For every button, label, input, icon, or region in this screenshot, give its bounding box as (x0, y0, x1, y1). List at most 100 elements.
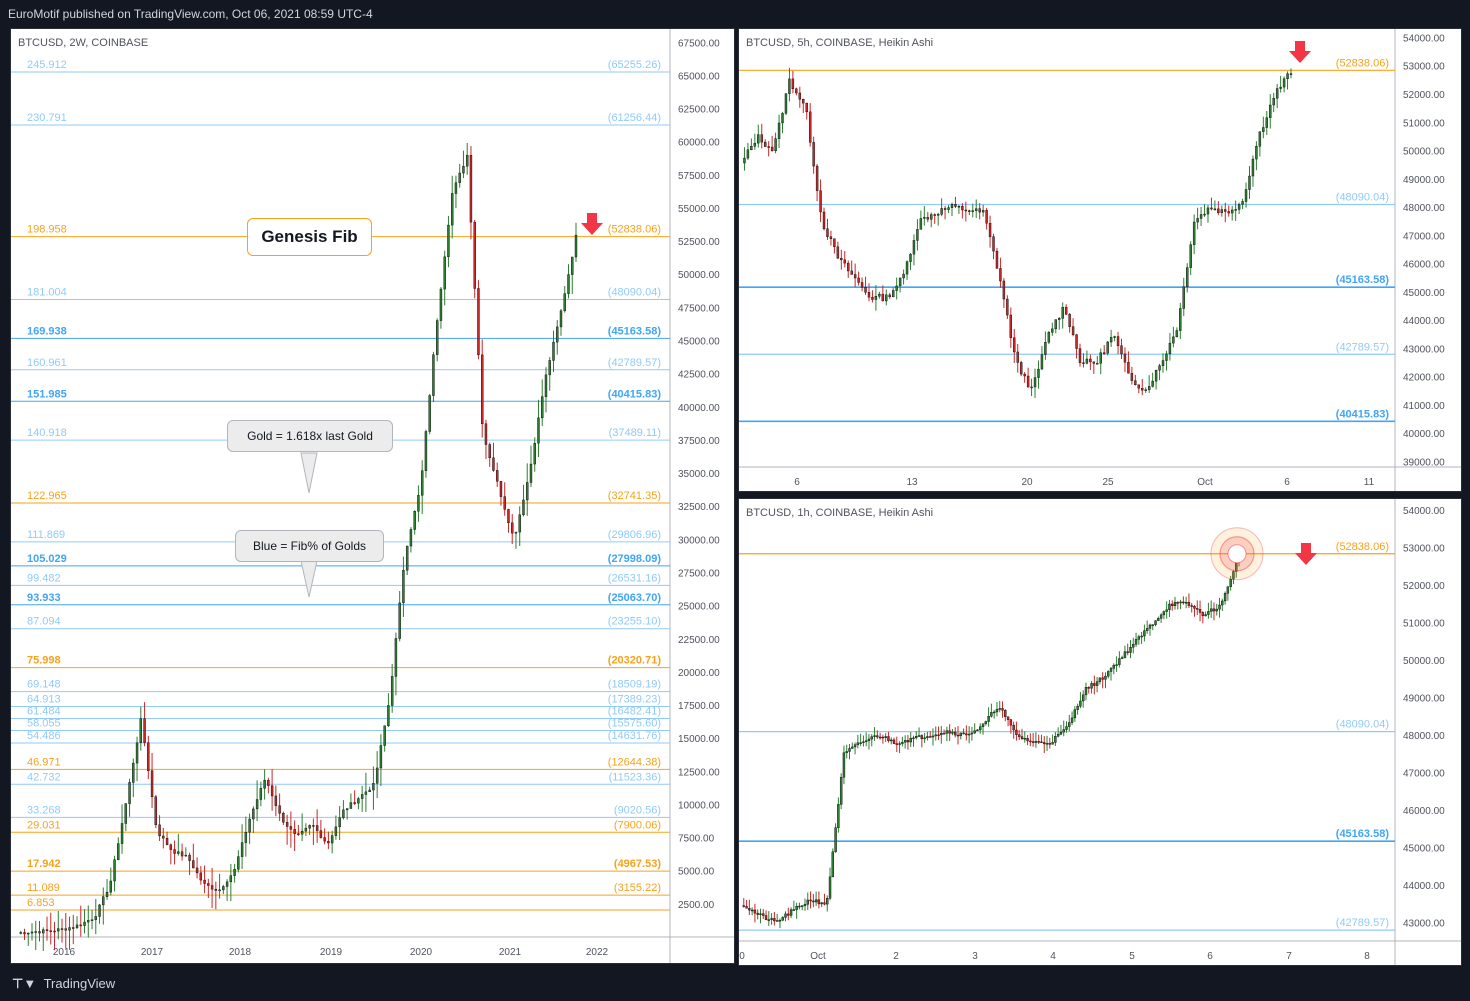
candle-body (1184, 601, 1188, 604)
candle-body (1045, 743, 1049, 745)
candle-body (867, 292, 871, 298)
time-tick-label: 7 (1286, 951, 1292, 962)
candle-body (1118, 658, 1121, 665)
candle-body (1047, 332, 1051, 343)
candle-body (745, 906, 748, 909)
candle-body (315, 825, 319, 831)
candle-body (791, 78, 795, 90)
candle-body (379, 745, 383, 769)
candle-body (888, 294, 891, 298)
chart-1h-canvas[interactable]: 54000.00 53000.00 52000.00 51000.00 50000.00… (739, 499, 1461, 965)
chart-panel-5h[interactable]: BTCUSD, 5h, COINBASE, Heikin Ashi 54000.… (738, 28, 1462, 492)
price-tick-label: 65000.00 (678, 71, 720, 82)
candle-body (278, 805, 281, 814)
candle-body (83, 921, 86, 926)
price-tick-label: 44000.00 (1403, 881, 1445, 892)
time-tick-label: 2020 (410, 947, 433, 958)
candle-body (1037, 741, 1040, 743)
candle-body (814, 899, 818, 903)
candle-body (424, 431, 428, 471)
candle-body (957, 206, 961, 208)
candle-body (1004, 710, 1007, 717)
candle-body (973, 730, 976, 734)
price-tick-label: 57500.00 (678, 171, 720, 182)
price-tick-label: 40000.00 (1403, 429, 1445, 440)
price-tick-label: 7500.00 (678, 834, 715, 845)
candle-body (548, 360, 551, 376)
candle-body (757, 134, 760, 144)
candle-body (109, 880, 112, 893)
candle-body (192, 860, 195, 869)
chart-2w-canvas[interactable]: 67500.00 65000.00 62500.00 60000.00 57500.00… (11, 29, 734, 963)
candle-body (812, 900, 815, 903)
fib-ratio-label: 160.961 (27, 357, 67, 369)
candle-body (1062, 729, 1065, 733)
candle-body (571, 256, 574, 275)
price-tick-label: 20000.00 (678, 668, 720, 679)
candle-body (978, 208, 981, 213)
candle-body (1068, 314, 1071, 327)
candle-body (522, 499, 525, 516)
candle-body (319, 830, 323, 838)
candle-body (1134, 639, 1138, 645)
candle-body (229, 875, 233, 883)
candle-body (788, 78, 791, 94)
candle-body (870, 736, 873, 740)
candle-body (867, 738, 871, 741)
fib-price-label: (32741.35) (608, 490, 661, 502)
candle-body (1082, 694, 1085, 702)
brand-name[interactable]: TradingView (44, 976, 116, 991)
candle-body (1159, 614, 1163, 619)
time-tick-label: 13 (906, 477, 918, 488)
candle-body (964, 209, 968, 212)
time-tick-label: 2016 (53, 947, 76, 958)
candle-body (942, 732, 946, 735)
candle-body (1033, 377, 1037, 388)
candle-body (1120, 345, 1123, 355)
candle-body (829, 236, 833, 239)
candle-body (1040, 354, 1044, 370)
candle-body (477, 288, 480, 356)
fib-ratio-label: 42.732 (27, 771, 61, 783)
price-tick-label: 45000.00 (1403, 843, 1445, 854)
candle-body (240, 842, 244, 857)
fib-ratio-label: 61.484 (27, 706, 61, 718)
candle-body (789, 909, 793, 916)
candle-body (890, 739, 893, 742)
candle-body (443, 256, 446, 290)
candle-body (120, 823, 124, 844)
chart-5h-canvas[interactable]: 54000.00 53000.00 52000.00 51000.00 50000.00… (739, 29, 1461, 491)
candle-body (1157, 618, 1160, 621)
price-tick-label: 37500.00 (678, 436, 720, 447)
candle-body (834, 827, 837, 853)
candle-body (1064, 307, 1068, 315)
candle-body (857, 277, 860, 283)
candle-body (556, 326, 559, 343)
candle-body (481, 354, 484, 425)
candle-body (312, 825, 315, 827)
time-tick-label: 2021 (499, 947, 522, 958)
price-tick-label: 67500.00 (678, 38, 720, 49)
candle-body (173, 849, 176, 854)
candle-body (1193, 606, 1196, 609)
candle-body (552, 341, 555, 361)
candle-body (1020, 736, 1024, 739)
candle-body (1196, 608, 1199, 610)
candle-body (864, 286, 867, 293)
candle-body (1015, 729, 1018, 735)
candle-body (762, 913, 765, 916)
candle-body (1030, 386, 1033, 389)
candle-body (439, 288, 443, 321)
fib-ratio-label: 151.985 (27, 388, 67, 400)
time-tick-label: 2022 (586, 947, 609, 958)
candle-body (188, 854, 191, 861)
candle-body (1289, 73, 1293, 75)
time-tick-label: 11 (1364, 477, 1375, 488)
candle-body (992, 711, 996, 714)
fib-price-label: (61256.44) (608, 112, 661, 124)
candle-body (775, 920, 779, 922)
fib-price-label: (48090.04) (1336, 719, 1389, 731)
down-arrow-icon (581, 213, 603, 235)
chart-panel-2w[interactable]: BTCUSD, 2W, COINBASE 67500.00 65000.00 625… (10, 28, 735, 964)
chart-panel-1h[interactable]: BTCUSD, 1h, COINBASE, Heikin Ashi 54000.… (738, 498, 1462, 966)
